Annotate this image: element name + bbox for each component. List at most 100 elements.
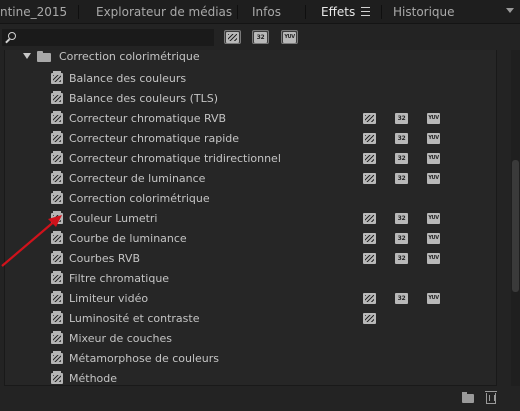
effect-label: Correction colorimétrique xyxy=(69,192,210,205)
effect-item[interactable]: Filtre chromatique xyxy=(5,269,496,289)
effect-item[interactable]: Luminosité et contraste xyxy=(5,309,496,329)
scrollbar-thumb[interactable] xyxy=(512,160,519,292)
folder-label: Correction colorimétrique xyxy=(59,50,200,63)
32-bit-icon: 32 xyxy=(395,233,408,244)
effects-list: Correction colorimétrique Balance des co… xyxy=(4,50,497,386)
effect-item[interactable]: Correcteur chromatique tridirectionnel 32… xyxy=(5,149,496,169)
tab-project[interactable]: ntine_2015 xyxy=(0,0,67,24)
accelerated-effect-icon xyxy=(363,113,376,124)
accelerated-effect-icon xyxy=(363,293,376,304)
effect-icon xyxy=(51,151,63,164)
effect-label: Balance des couleurs (TLS) xyxy=(69,92,219,105)
effect-item[interactable]: Limiteur vidéo 32 YUV xyxy=(5,289,496,309)
effect-icon xyxy=(51,311,63,324)
effect-item[interactable]: Courbes RVB 32 YUV xyxy=(5,249,496,269)
effect-icon xyxy=(51,271,63,284)
32-bit-icon: 32 xyxy=(395,133,408,144)
effect-icon xyxy=(51,351,63,364)
effect-icon xyxy=(51,171,63,184)
32-bit-filter-button[interactable]: 32 xyxy=(252,30,269,44)
effect-item[interactable]: Courbe de luminance 32 YUV xyxy=(5,229,496,249)
yuv-icon: YUV xyxy=(427,293,440,304)
32-bit-icon: 32 xyxy=(254,32,267,43)
accelerated-effects-filter-button[interactable] xyxy=(224,30,241,44)
effect-item[interactable]: Correcteur de luminance 32 YUV xyxy=(5,169,496,189)
vertical-scrollbar[interactable] xyxy=(511,50,520,386)
effect-label: Correcteur chromatique tridirectionnel xyxy=(69,152,281,165)
yuv-icon: YUV xyxy=(427,213,440,224)
effect-item[interactable]: Correcteur chromatique rapide 32 YUV xyxy=(5,129,496,149)
effect-label: Correcteur de luminance xyxy=(69,172,206,185)
yuv-filter-button[interactable]: YUV xyxy=(281,30,298,44)
32-bit-icon: 32 xyxy=(395,213,408,224)
effect-icon xyxy=(51,291,63,304)
tab-overflow-icon[interactable] xyxy=(506,8,514,13)
effect-icon xyxy=(51,131,63,144)
search-icon xyxy=(8,32,16,40)
effect-item[interactable]: Correcteur chromatique RVB 32 YUV xyxy=(5,109,496,129)
accelerated-effect-icon xyxy=(363,233,376,244)
search-row: 32 YUV xyxy=(0,24,520,50)
folder-color-correction[interactable]: Correction colorimétrique xyxy=(5,50,496,69)
effect-label: Filtre chromatique xyxy=(69,272,170,285)
new-bin-icon[interactable] xyxy=(462,392,474,403)
panel-tab-bar: ntine_2015 Explorateur de médias Infos E… xyxy=(0,0,520,24)
effect-label: Correcteur chromatique rapide xyxy=(69,132,240,145)
effect-item[interactable]: Correction colorimétrique xyxy=(5,189,496,209)
accelerated-effect-icon xyxy=(363,173,376,184)
accelerated-effect-icon xyxy=(363,253,376,264)
32-bit-icon: 32 xyxy=(395,293,408,304)
effect-icon xyxy=(51,231,63,244)
32-bit-icon: 32 xyxy=(395,153,408,164)
effect-item[interactable]: Métamorphose de couleurs xyxy=(5,349,496,369)
disclosure-triangle-icon[interactable] xyxy=(23,53,31,59)
yuv-icon: YUV xyxy=(427,253,440,264)
yuv-icon: YUV xyxy=(283,32,296,43)
32-bit-icon: 32 xyxy=(395,113,408,124)
trash-icon[interactable] xyxy=(485,391,497,404)
effect-icon xyxy=(51,71,63,84)
effect-label: Correcteur chromatique RVB xyxy=(69,112,227,125)
effect-item[interactable]: Méthode xyxy=(5,369,496,385)
effect-label: Courbe de luminance xyxy=(69,232,187,245)
yuv-icon: YUV xyxy=(427,173,440,184)
effect-label: Mixeur de couches xyxy=(69,332,172,345)
accelerated-effect-icon xyxy=(363,153,376,164)
tab-effects[interactable]: Effets xyxy=(321,0,355,24)
folder-icon xyxy=(37,51,51,62)
effect-label: Couleur Lumetri xyxy=(69,212,158,225)
tab-media-browser[interactable]: Explorateur de médias xyxy=(96,0,232,24)
effect-icon xyxy=(51,211,63,224)
tab-history[interactable]: Historique xyxy=(393,0,455,24)
accelerated-effects-icon xyxy=(226,32,239,43)
yuv-icon: YUV xyxy=(427,113,440,124)
effect-item[interactable]: Balance des couleurs xyxy=(5,69,496,89)
tab-divider xyxy=(305,5,306,19)
tab-divider xyxy=(237,5,238,19)
effect-icon xyxy=(51,331,63,344)
panel-footer xyxy=(0,386,520,411)
32-bit-icon: 32 xyxy=(395,253,408,264)
effect-icon xyxy=(51,91,63,104)
effect-label: Balance des couleurs xyxy=(69,72,187,85)
accelerated-effect-icon xyxy=(363,313,376,324)
32-bit-icon: 32 xyxy=(395,173,408,184)
effect-icon xyxy=(51,191,63,204)
accelerated-effect-icon xyxy=(363,133,376,144)
effect-label: Luminosité et contraste xyxy=(69,312,200,325)
tab-divider xyxy=(381,5,382,19)
effect-item[interactable]: Mixeur de couches xyxy=(5,329,496,349)
panel-menu-icon[interactable] xyxy=(361,5,371,17)
effect-icon xyxy=(51,111,63,124)
effect-item[interactable]: Balance des couleurs (TLS) xyxy=(5,89,496,109)
effect-label: Métamorphose de couleurs xyxy=(69,352,220,365)
tab-info[interactable]: Infos xyxy=(252,0,281,24)
effect-icon xyxy=(51,371,63,384)
search-input[interactable] xyxy=(2,29,214,46)
effect-item[interactable]: Couleur Lumetri 32 YUV xyxy=(5,209,496,229)
effect-label: Limiteur vidéo xyxy=(69,292,149,305)
effect-icon xyxy=(51,251,63,264)
tab-divider xyxy=(78,5,79,19)
effect-label: Courbes RVB xyxy=(69,252,140,265)
accelerated-effect-icon xyxy=(363,213,376,224)
